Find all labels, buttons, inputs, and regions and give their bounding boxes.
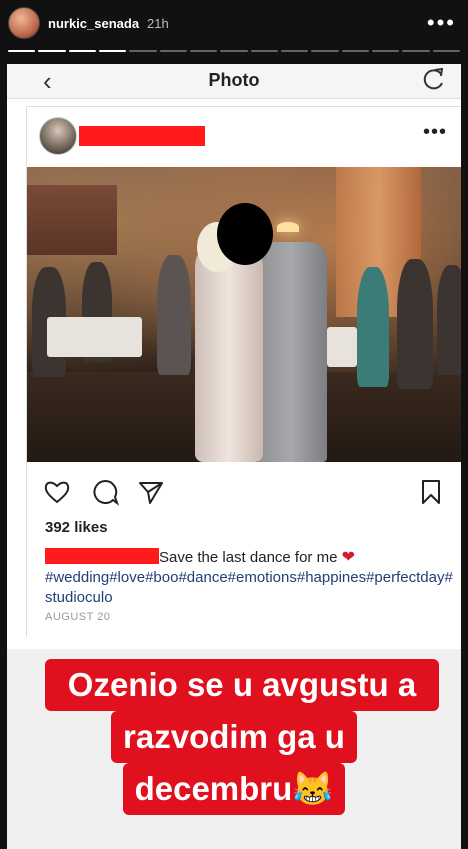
heart-emoji: ❤ (341, 549, 356, 566)
photo-bride (195, 237, 263, 462)
app-bar: ‹ Photo (7, 64, 461, 99)
instagram-post: ••• 392 likes Save the last dance for me… (26, 106, 461, 637)
comment-icon[interactable] (91, 478, 119, 506)
heart-icon[interactable] (43, 478, 71, 506)
progress-segment (159, 50, 187, 52)
progress-segment (68, 50, 96, 52)
post-author-avatar[interactable] (39, 117, 77, 155)
post-date: AUGUST 20 (45, 611, 111, 623)
progress-segment (129, 50, 157, 52)
progress-segment (402, 50, 430, 52)
photo-guest (437, 265, 461, 375)
overlay-line-3-text: decembru (134, 770, 293, 807)
story-avatar[interactable] (8, 7, 40, 39)
progress-segment (371, 50, 400, 52)
story-timestamp: 21h (147, 15, 169, 31)
caption-hashtags[interactable]: #wedding#love#boo#dance#emotions#happine… (45, 568, 460, 608)
story-text-overlay: Ozenio se u avgustu a razvodim ga u dece… (45, 659, 439, 815)
refresh-icon[interactable] (421, 66, 447, 92)
likes-count[interactable]: 392 likes (45, 519, 108, 536)
story-progress-bar (8, 50, 460, 52)
photo-lamp (277, 222, 299, 232)
progress-segment (250, 50, 278, 52)
photo-table (327, 327, 357, 367)
share-icon[interactable] (137, 478, 165, 506)
story-header: nurkic_senada 21h ••• (8, 6, 460, 40)
story-more-icon[interactable]: ••• (427, 12, 460, 34)
post-more-icon[interactable]: ••• (423, 121, 447, 144)
progress-segment (189, 50, 218, 52)
caption: Save the last dance for me ❤ (159, 547, 355, 567)
photo-wall-art (27, 185, 117, 255)
overlay-line-3: decembru😹 (122, 763, 346, 815)
story-username[interactable]: nurkic_senada (48, 16, 139, 31)
photo-table (47, 317, 142, 357)
progress-segment (8, 50, 36, 52)
photo-face-redaction (217, 203, 273, 265)
photo-groom (255, 242, 327, 462)
caption-text: Save the last dance for me (159, 549, 338, 566)
photo-guest (397, 259, 433, 389)
progress-segment (98, 50, 127, 52)
post-photo[interactable] (27, 167, 461, 462)
bookmark-icon[interactable] (417, 478, 445, 506)
crying-cat-emoji: 😹 (292, 770, 334, 807)
progress-segment (38, 50, 66, 52)
redacted-username (79, 126, 205, 146)
overlay-line-2: razvodim ga u (111, 711, 357, 763)
post-header: ••• (27, 107, 461, 167)
photo-guest (157, 255, 191, 375)
redacted-caption-username (45, 548, 159, 564)
progress-segment (220, 50, 248, 52)
progress-segment (432, 50, 460, 52)
page-title: Photo (208, 70, 260, 90)
progress-segment (311, 50, 339, 52)
progress-segment (280, 50, 309, 52)
progress-segment (341, 50, 369, 52)
post-actions (27, 472, 461, 512)
photo-guest (357, 267, 389, 387)
overlay-line-1: Ozenio se u avgustu a (45, 659, 439, 711)
